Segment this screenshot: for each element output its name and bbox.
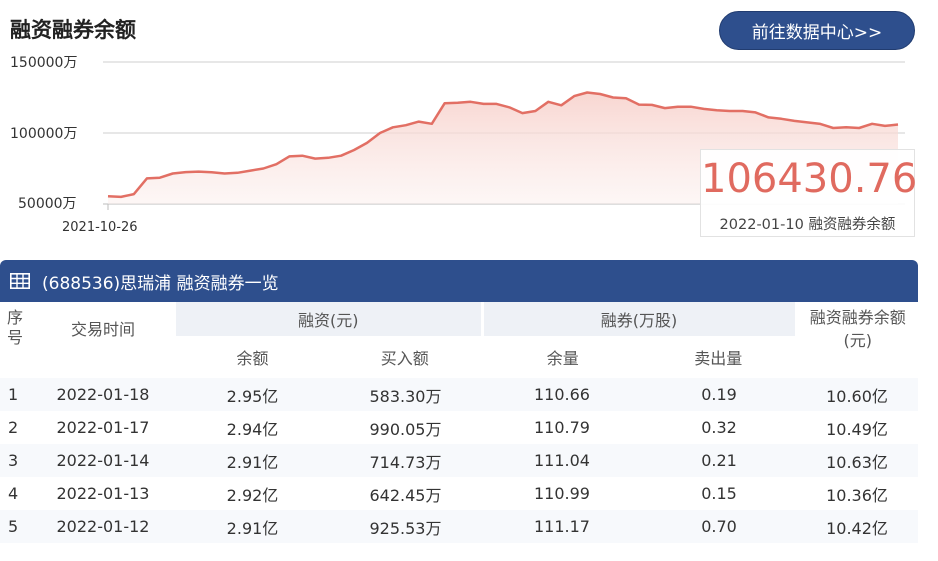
rz-buy-header: 买入额 [329, 336, 484, 378]
date-header: 交易时间 [70, 320, 135, 339]
y-tick-label: 100000万 [10, 126, 77, 142]
cell-date: 2022-01-12 [30, 510, 176, 543]
rq-group-header: 融券(万股) [482, 302, 798, 336]
cell-seq: 5 [0, 510, 30, 543]
cell-rq-sell: 0.21 [642, 444, 796, 477]
cell-rq-sell: 0.15 [701, 484, 737, 503]
cell-rq-sell: 0.19 [642, 378, 796, 411]
table-row: 3 2022-01-14 2.91亿 714.73万 111.04 0.21 1… [0, 444, 918, 477]
rz-balance-header: 余额 [236, 349, 269, 368]
rq-sell-header: 卖出量 [642, 336, 798, 378]
table-icon [10, 273, 30, 289]
cell-total: 10.49亿 [826, 419, 888, 439]
cell-rz-balance: 2.91亿 [176, 510, 329, 543]
tooltip-series: 融资融券余额 [808, 217, 896, 233]
cell-rq-volume: 111.17 [482, 510, 642, 543]
tooltip-date: 2022-01-10 [719, 217, 804, 233]
rq-volume-header: 余量 [546, 349, 579, 368]
cell-rz-buy: 990.05万 [369, 419, 442, 439]
cell-rz-balance: 2.94亿 [226, 419, 279, 439]
cell-rz-balance: 2.92亿 [226, 485, 279, 505]
cell-total: 10.63亿 [796, 444, 918, 477]
tooltip-caption: 2022-01-10 融资融券余额 [701, 213, 914, 234]
cell-date: 2022-01-14 [30, 444, 176, 477]
y-tick-label: 50000万 [18, 196, 77, 212]
cell-date: 2022-01-18 [30, 378, 176, 411]
cell-rq-volume: 110.99 [534, 484, 590, 503]
cell-rq-sell: 0.70 [642, 510, 796, 543]
rz-group-header: 融资(元) [176, 302, 484, 336]
table-row: 2 2022-01-17 2.94亿 990.05万 110.79 0.32 1… [0, 411, 918, 444]
chart-tooltip: 106430.76 2022-01-10 融资融券余额 [700, 149, 918, 237]
cell-seq: 1 [0, 378, 30, 411]
cell-rq-volume: 110.66 [482, 378, 642, 411]
table-row: 5 2022-01-12 2.91亿 925.53万 111.17 0.70 1… [0, 510, 918, 543]
cell-date: 2022-01-17 [56, 418, 150, 437]
cell-seq: 2 [8, 418, 19, 437]
cell-rq-sell: 0.32 [701, 418, 737, 437]
table-header-bar: (688536)思瑞浦 融资融券一览 [0, 260, 918, 302]
cell-seq: 4 [8, 484, 19, 503]
cell-rz-buy: 714.73万 [329, 444, 482, 477]
cell-total: 10.60亿 [796, 378, 918, 411]
margin-table: 序号 交易时间 融资(元) 融券(万股) 融资融券余额(元) 余额 买入额 余量… [0, 302, 918, 543]
cell-total: 10.42亿 [796, 510, 918, 543]
table-row: 4 2022-01-13 2.92亿 642.45万 110.99 0.15 1… [0, 477, 918, 510]
cell-date: 2022-01-13 [56, 484, 150, 503]
y-tick-label: 150000万 [10, 55, 77, 71]
cell-rq-volume: 110.79 [534, 418, 590, 437]
cell-rz-balance: 2.95亿 [176, 378, 329, 411]
x-tick-label: 2021-10-26 [62, 220, 138, 235]
seq-header: 序号 [6, 308, 23, 347]
tooltip-value: 106430.76 [701, 156, 918, 202]
cell-rz-buy: 925.53万 [329, 510, 482, 543]
table-row: 1 2022-01-18 2.95亿 583.30万 110.66 0.19 1… [0, 378, 918, 411]
cell-rz-balance: 2.91亿 [176, 444, 329, 477]
total-header: 融资融券余额(元) [809, 308, 906, 350]
cell-rz-buy: 642.45万 [369, 485, 442, 505]
cell-total: 10.36亿 [826, 485, 888, 505]
cell-rz-buy: 583.30万 [329, 378, 482, 411]
cell-rq-volume: 111.04 [482, 444, 642, 477]
cell-seq: 3 [0, 444, 30, 477]
table-title: (688536)思瑞浦 融资融券一览 [42, 273, 279, 294]
